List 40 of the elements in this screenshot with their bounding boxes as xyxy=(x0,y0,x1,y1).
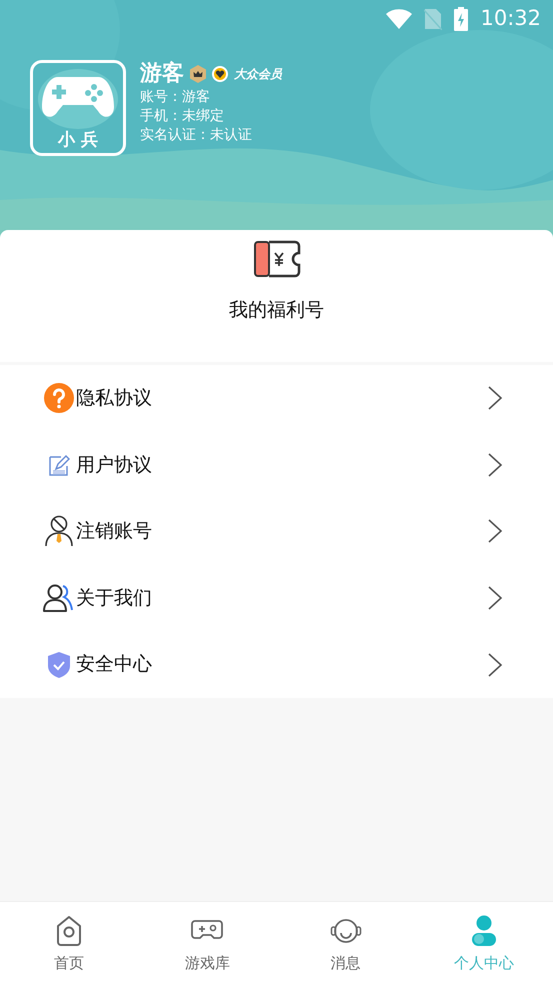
shield-check-icon xyxy=(47,650,71,679)
chevron-right-icon xyxy=(487,652,503,678)
chevron-right-icon xyxy=(487,452,503,478)
user-name: 游客 xyxy=(140,60,184,88)
no-sim-icon xyxy=(424,8,442,30)
menu-label: 关于我们 xyxy=(76,586,153,611)
profile-detail: 账号：游客 xyxy=(140,88,211,107)
menu-item[interactable]: 用户协议 xyxy=(0,432,553,498)
gamepad-icon xyxy=(38,67,118,129)
tab[interactable]: 游戏库 xyxy=(138,902,276,983)
menu-item[interactable]: 安全中心 xyxy=(0,631,553,698)
menu-item[interactable]: 注销账号 xyxy=(0,498,553,565)
wifi-icon xyxy=(386,9,412,29)
status-time: 10:32 xyxy=(480,5,541,32)
menu-item[interactable]: 关于我们 xyxy=(0,564,553,632)
heart-badge-icon xyxy=(212,66,228,82)
ticket-icon xyxy=(252,240,300,278)
document-edit-icon xyxy=(48,454,70,476)
avatar-label: 小 兵 xyxy=(58,129,98,151)
profile-detail: 手机：未绑定 xyxy=(140,107,225,126)
home-icon xyxy=(55,914,84,946)
person-icon xyxy=(470,914,497,946)
welfare-card[interactable]: 我的福利号 xyxy=(0,230,553,362)
question-icon xyxy=(44,383,74,414)
menu-label: 隐私协议 xyxy=(76,386,153,412)
menu-label: 安全中心 xyxy=(76,652,153,678)
chevron-right-icon xyxy=(487,385,503,412)
profile-detail: 实名认证：未认证 xyxy=(140,126,253,145)
person-blocked-icon xyxy=(44,515,74,548)
tab[interactable]: 首页 xyxy=(0,902,138,983)
chevron-right-icon xyxy=(487,518,503,544)
tab[interactable]: 消息 xyxy=(276,902,415,983)
people-icon xyxy=(43,584,75,612)
menu-label: 注销账号 xyxy=(76,519,153,544)
menu-label: 用户协议 xyxy=(76,452,153,478)
welfare-label: 我的福利号 xyxy=(229,298,324,323)
member-level-label: 大众会员 xyxy=(234,66,282,83)
crown-badge-icon xyxy=(190,65,206,83)
chevron-right-icon xyxy=(487,585,503,612)
menu-item[interactable]: 隐私协议 xyxy=(0,365,553,432)
